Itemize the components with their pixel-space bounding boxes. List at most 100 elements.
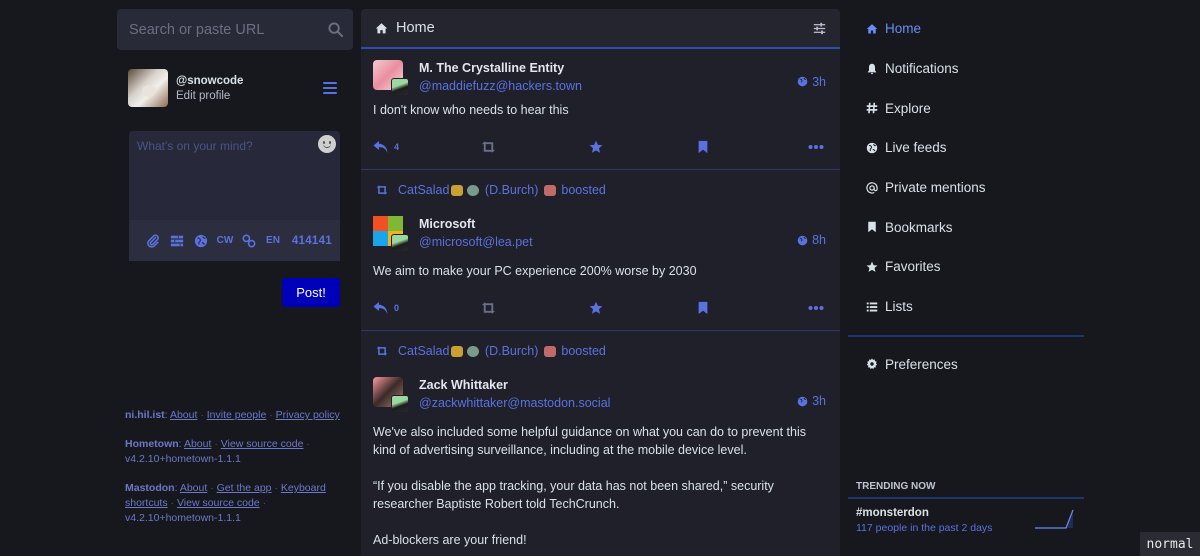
status-paragraph: Ad-blockers are your friend! xyxy=(373,533,527,547)
trending-hashtag[interactable]: #monsterdon 117 people in the past 2 day… xyxy=(848,499,1084,534)
language-button[interactable]: EN xyxy=(261,235,285,246)
boosted-by-avatar xyxy=(391,395,409,413)
content-warning-button[interactable]: CW xyxy=(213,235,237,246)
cat-emoji xyxy=(451,345,464,357)
boost-icon xyxy=(482,141,496,153)
hamburger-menu-icon[interactable] xyxy=(323,82,337,94)
home-icon xyxy=(375,22,388,33)
emoji-picker-icon[interactable] xyxy=(318,135,336,153)
mastodon-name: Mastodon xyxy=(125,482,175,494)
boost-button[interactable] xyxy=(480,301,520,315)
link-icon[interactable] xyxy=(237,234,261,248)
mastodon-source-link[interactable]: View source code xyxy=(177,497,260,509)
trending-panel: TRENDING NOW #monsterdon 117 people in t… xyxy=(848,475,1084,534)
salad-emoji xyxy=(467,184,480,196)
nav-item-private-mentions[interactable]: Private mentions xyxy=(848,168,1084,208)
status-display-name[interactable]: Zack Whittaker xyxy=(419,378,797,392)
ellipsis-icon xyxy=(808,306,824,310)
nav-item-live-feeds[interactable]: Live feeds xyxy=(848,128,1084,168)
edit-profile-link[interactable]: Edit profile xyxy=(176,90,323,102)
boost-prepend: CatSalad (D.Burch) boosted xyxy=(373,331,826,371)
instance-footer: ni.hil.ist: About · Invite people · Priv… xyxy=(125,409,340,421)
boosted-by-avatar xyxy=(391,234,409,252)
hometown-version: v4.2.10+hometown-1.1.1 xyxy=(125,453,241,465)
left-column: Search or paste URL @snowcode Edit profi… xyxy=(117,9,353,261)
status-avatar[interactable] xyxy=(373,216,409,252)
status-timestamp[interactable]: 8h xyxy=(797,218,826,262)
privacy-policy-link[interactable]: Privacy policy xyxy=(276,409,340,421)
more-options-button[interactable] xyxy=(802,140,824,154)
list-icon xyxy=(866,302,878,312)
nav-item-preferences[interactable]: Preferences xyxy=(848,345,1084,385)
nav-item-favorites[interactable]: Favorites xyxy=(848,247,1084,287)
compose-placeholder: What's on your mind? xyxy=(137,139,253,153)
status-paragraph: We've also included some helpful guidanc… xyxy=(373,425,806,457)
column-settings-icon[interactable] xyxy=(813,22,826,35)
booster-name[interactable]: CatSalad xyxy=(398,344,449,358)
status-timestamp[interactable]: 3h xyxy=(797,379,826,423)
avatar[interactable] xyxy=(128,69,168,107)
bookmark-button[interactable] xyxy=(695,140,735,154)
reply-count: 0 xyxy=(394,303,400,313)
status-account[interactable]: @maddiefuzz@hackers.town xyxy=(419,79,797,93)
home-timeline-column: Home M. The Crystalline Entity @maddiefu… xyxy=(361,9,840,556)
search-input[interactable]: Search or paste URL xyxy=(117,9,353,50)
search-icon[interactable] xyxy=(328,22,343,37)
status-display-name[interactable]: M. The Crystalline Entity xyxy=(419,61,797,75)
status-avatar[interactable] xyxy=(373,377,409,413)
status-avatar[interactable] xyxy=(373,60,409,96)
more-options-button[interactable] xyxy=(802,301,824,315)
invite-people-link[interactable]: Invite people xyxy=(207,409,267,421)
profile-card: @snowcode Edit profile xyxy=(117,69,353,107)
status-item[interactable]: CatSalad (D.Burch) boosted Zack Whittake… xyxy=(361,331,840,555)
profile-handle[interactable]: @snowcode xyxy=(176,75,323,87)
reply-button[interactable]: 4 xyxy=(373,140,413,154)
attachment-icon[interactable] xyxy=(141,233,165,248)
booster-suffix: (D.Burch) xyxy=(484,344,539,358)
nav-item-bookmarks[interactable]: Bookmarks xyxy=(848,207,1084,247)
mastodon-about-link[interactable]: About xyxy=(180,482,207,494)
favourite-button[interactable] xyxy=(588,301,628,315)
status-account[interactable]: @microsoft@lea.pet xyxy=(419,235,797,249)
status-item[interactable]: CatSalad (D.Burch) boosted Microsoft @mi… xyxy=(361,170,840,331)
status-timestamp[interactable]: 3h xyxy=(797,62,826,101)
navigation-panel: Home Notifications Explore Live feeds Pr… xyxy=(848,9,1084,384)
status-item[interactable]: M. The Crystalline Entity @maddiefuzz@ha… xyxy=(361,49,840,170)
get-the-app-link[interactable]: Get the app xyxy=(217,482,272,494)
hometown-about-link[interactable]: About xyxy=(184,438,211,450)
booster-name[interactable]: CatSalad xyxy=(398,183,449,197)
globe-icon xyxy=(797,235,808,245)
nav-item-notifications[interactable]: Notifications xyxy=(848,49,1084,89)
favourite-button[interactable] xyxy=(588,140,628,154)
column-header[interactable]: Home xyxy=(361,9,840,49)
nav-item-explore[interactable]: Explore xyxy=(848,88,1084,128)
mode-indicator: normal xyxy=(1140,532,1200,556)
mastodon-version: v4.2.10+hometown-1.1.1 xyxy=(125,512,241,524)
boost-icon xyxy=(376,346,388,356)
bookmark-icon xyxy=(868,222,876,233)
booster-suffix: (D.Burch) xyxy=(484,183,539,197)
instance-about-link[interactable]: About xyxy=(170,409,197,421)
hometown-name: Hometown xyxy=(125,438,179,450)
instance-name: ni.hil.ist xyxy=(125,409,165,421)
poll-icon[interactable] xyxy=(165,234,189,248)
status-display-name[interactable]: Microsoft xyxy=(419,217,797,231)
star-icon xyxy=(866,261,878,272)
nav-item-home[interactable]: Home xyxy=(848,9,1084,49)
status-account[interactable]: @zackwhittaker@mastodon.social xyxy=(419,396,797,410)
status-actions: 0 xyxy=(373,286,826,330)
boost-icon xyxy=(376,185,388,195)
trending-heading: TRENDING NOW xyxy=(848,475,1084,499)
status-actions: 4 xyxy=(373,125,826,169)
compose-textarea[interactable]: What's on your mind? xyxy=(129,131,340,219)
hometown-source-link[interactable]: View source code xyxy=(221,438,304,450)
boosted-by-avatar xyxy=(391,78,409,96)
post-button[interactable]: Post! xyxy=(282,278,340,307)
bookmark-icon xyxy=(698,140,708,154)
bookmark-button[interactable] xyxy=(695,301,735,315)
bell-icon xyxy=(867,63,877,74)
boost-button[interactable] xyxy=(480,140,520,154)
visibility-globe-icon[interactable] xyxy=(189,234,213,248)
reply-button[interactable]: 0 xyxy=(373,301,413,315)
nav-item-lists[interactable]: Lists xyxy=(848,287,1084,327)
